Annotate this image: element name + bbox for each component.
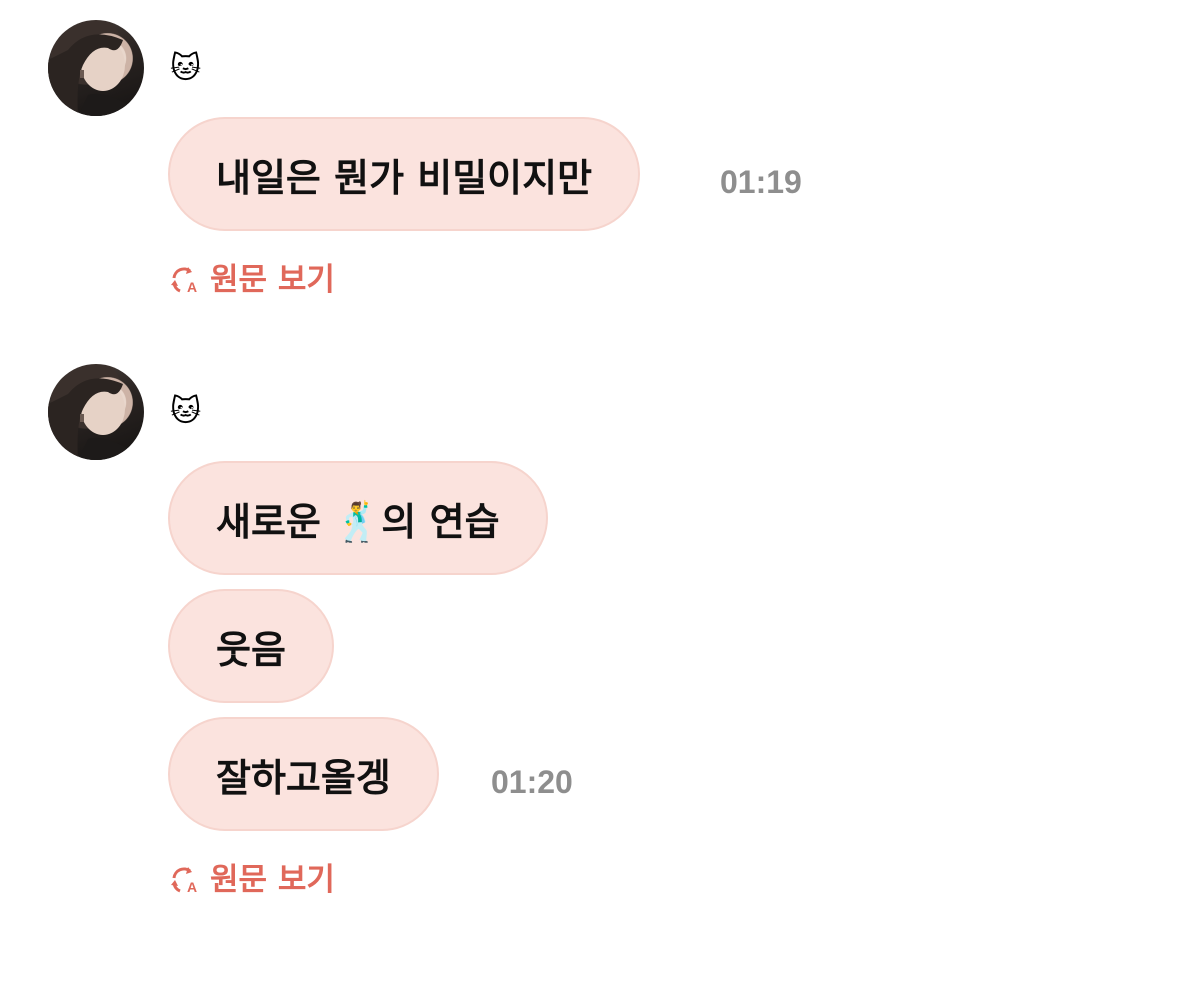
sender-name: 🐱 <box>170 51 202 86</box>
message-text: 새로운 🕺의 연습 <box>216 499 500 544</box>
avatar[interactable] <box>48 20 144 116</box>
translate-icon: A <box>170 865 204 895</box>
message-bubble[interactable]: 웃음 <box>168 589 334 703</box>
avatar-photo-icon <box>48 34 144 116</box>
view-original-link[interactable]: A 원문 보기 <box>170 862 335 898</box>
sender-name: 🐱 <box>170 394 202 429</box>
message-text: 내일은 뭔가 비밀이지만 <box>216 155 593 200</box>
avatar[interactable] <box>48 364 144 460</box>
view-original-label: 원문 보기 <box>210 262 335 298</box>
avatar-photo-icon <box>48 378 144 460</box>
message-text: 잘하고올겡 <box>216 755 391 800</box>
message-text: 웃음 <box>216 627 286 672</box>
message-bubble[interactable]: 새로운 🕺의 연습 <box>168 461 548 575</box>
message-timestamp: 01:20 <box>491 764 573 800</box>
svg-text:A: A <box>187 279 197 295</box>
message-bubble[interactable]: 잘하고올겡 <box>168 717 439 831</box>
view-original-link[interactable]: A 원문 보기 <box>170 262 335 298</box>
translate-icon: A <box>170 265 204 295</box>
svg-text:A: A <box>187 879 197 895</box>
message-bubble[interactable]: 내일은 뭔가 비밀이지만 <box>168 117 641 231</box>
message-timestamp: 01:19 <box>720 164 802 200</box>
view-original-label: 원문 보기 <box>210 862 335 898</box>
